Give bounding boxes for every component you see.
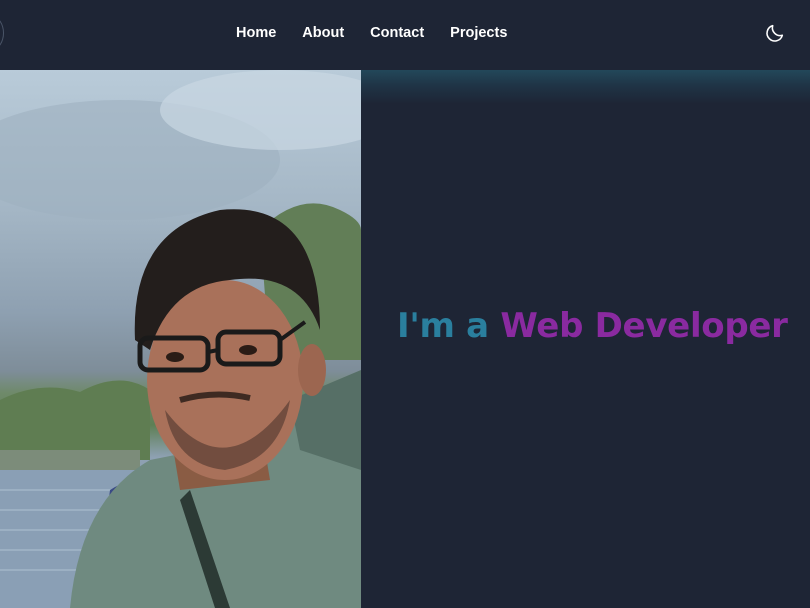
headline-prefix: I'm a <box>397 306 501 346</box>
panel-glow <box>361 70 810 104</box>
hero-headline: I'm a Web Developer <box>397 306 788 346</box>
page: Home About Contact Projects I'm a Web De… <box>0 0 810 608</box>
nav-contact-link[interactable]: Contact <box>370 25 424 41</box>
hero-panel: I'm a Web Developer <box>361 70 810 608</box>
logo[interactable] <box>0 16 4 50</box>
nav-about-link[interactable]: About <box>302 25 344 41</box>
nav-projects-link[interactable]: Projects <box>450 25 507 41</box>
headline-role: Web Developer <box>500 306 788 346</box>
nav-home-link[interactable]: Home <box>236 25 276 41</box>
theme-toggle-button[interactable] <box>764 22 786 44</box>
profile-photo <box>0 70 361 608</box>
navbar: Home About Contact Projects <box>0 0 810 70</box>
moon-icon <box>766 24 784 42</box>
nav-links: Home About Contact Projects <box>236 0 507 66</box>
